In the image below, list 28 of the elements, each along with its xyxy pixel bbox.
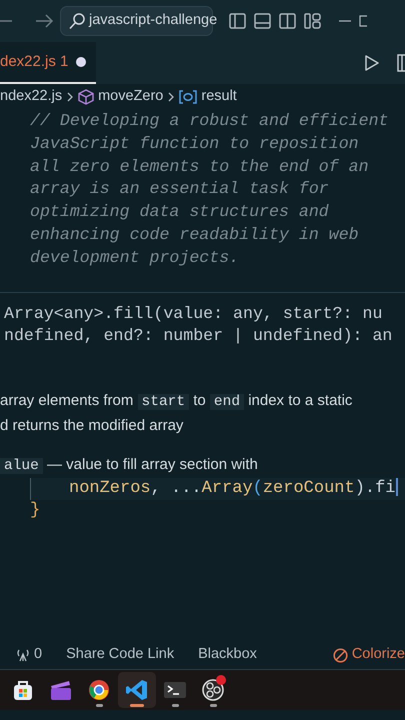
inline-code: alue [0,458,43,474]
status-item[interactable]: Blackbox [198,644,257,666]
status-item[interactable]: 0 [16,644,42,666]
status-item[interactable]: Colorize [332,644,405,666]
tab-label: dex22.js 1 [0,52,68,72]
signature-line: ndefined, end?: number | undefined): an [3,324,394,347]
inline-code: end [210,394,244,410]
doc-text: to [192,392,207,409]
breadcrumb-item[interactable]: result [201,86,237,108]
doc-text: index to a static [247,392,352,409]
code-comment: optimizing data structures and [29,201,330,224]
code-comment: array is an essential task for [29,178,330,200]
code-comment: // Developing a robust and efficient [29,110,390,132]
code-line: nonZeros, ...Array(zeroCount).fi [69,478,396,498]
status-item[interactable]: Share Code Link [66,644,174,666]
breadcrumb-item[interactable]: moveZero [98,86,164,108]
doc-text: — value to fill array section with [46,456,258,473]
file-tab[interactable]: dex22.js 1 [0,42,96,84]
breadcrumb-item[interactable]: ndex22.js [0,86,62,108]
code-comment: development projects. [29,246,240,269]
code-comment: enhancing code readability in web [29,224,360,246]
code-comment: JavaScript function to reposition [29,132,360,155]
doc-text: d returns the modified array [0,416,184,434]
code-line: } [30,500,40,520]
code-comment: all zero elements to the end of an [29,156,370,178]
inline-code: start [138,394,190,410]
signature-line: Array<any>.fill(value: any, start?: nu [3,302,384,325]
doc-text: array elements from [0,392,134,409]
